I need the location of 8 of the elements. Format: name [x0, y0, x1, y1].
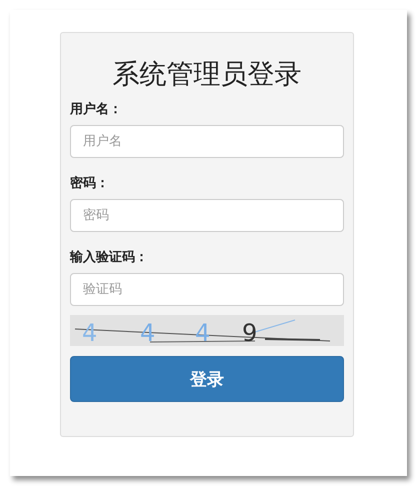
input-field[interactable]: 用户名 — [70, 125, 344, 158]
login-title: 系统管理员登录 — [112, 58, 302, 92]
input-field[interactable]: 密码 — [70, 199, 344, 232]
field-label: 密码： — [70, 175, 110, 193]
input-field[interactable]: 验证码 — [70, 273, 344, 306]
field-label: 用户名： — [70, 101, 123, 119]
field-label: 输入验证码： — [70, 249, 149, 267]
login-button[interactable]: 登录 — [70, 356, 344, 402]
